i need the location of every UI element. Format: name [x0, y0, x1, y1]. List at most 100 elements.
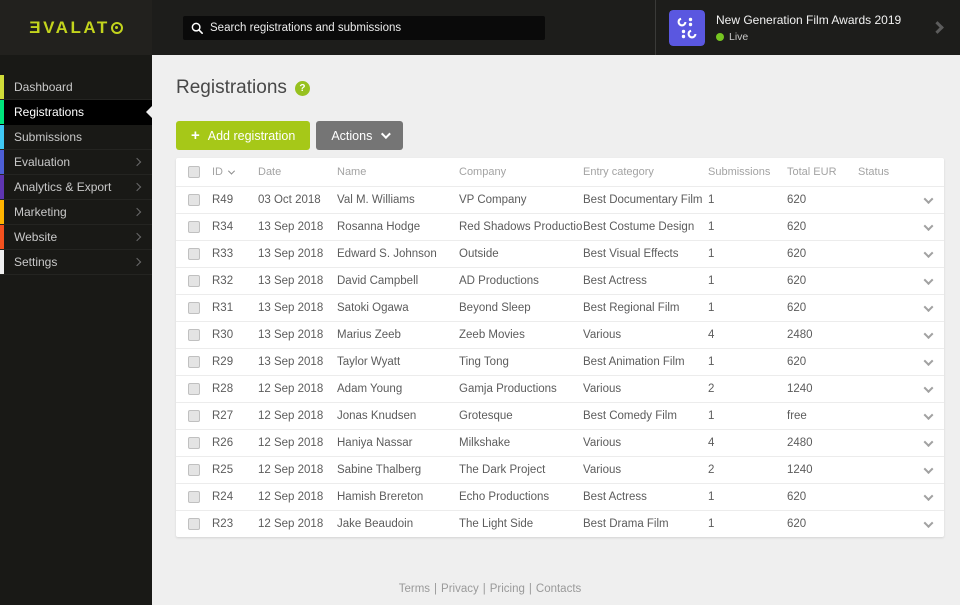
help-icon[interactable]: ?	[294, 80, 310, 96]
cell-name: David Campbell	[337, 275, 419, 287]
row-checkbox[interactable]	[188, 194, 200, 206]
logo-o-mark	[110, 21, 123, 34]
search-box[interactable]	[183, 15, 545, 40]
row-checkbox[interactable]	[188, 410, 200, 422]
nav-color-strip	[0, 150, 4, 174]
search-icon	[191, 22, 203, 34]
table-header-row: ID Date Name Company Entry category Subm…	[176, 158, 944, 186]
row-expand-chevron-icon[interactable]	[923, 220, 934, 231]
row-checkbox[interactable]	[188, 248, 200, 260]
event-name: New Generation Film Awards 2019	[716, 12, 902, 27]
row-expand-chevron-icon[interactable]	[923, 382, 934, 393]
row-checkbox[interactable]	[188, 491, 200, 503]
sidebar-item-label: Dashboard	[14, 80, 73, 94]
cell-total: 2480	[787, 437, 813, 449]
table-row[interactable]: R34 13 Sep 2018 Rosanna Hodge Red Shadow…	[176, 213, 944, 240]
table-row[interactable]: R26 12 Sep 2018 Haniya Nassar Milkshake …	[176, 429, 944, 456]
header-submissions[interactable]: Submissions	[708, 166, 787, 178]
sidebar: Dashboard Registrations Submissions Eval…	[0, 55, 152, 605]
select-all-checkbox[interactable]	[188, 166, 200, 178]
sidebar-item-dashboard[interactable]: Dashboard	[0, 75, 152, 100]
row-checkbox[interactable]	[188, 518, 200, 530]
cell-name: Edward S. Johnson	[337, 248, 437, 260]
next-event-chevron-icon[interactable]	[931, 21, 944, 34]
footer-link-pricing[interactable]: Pricing	[490, 583, 525, 595]
row-expand-chevron-icon[interactable]	[923, 409, 934, 420]
sidebar-nav: Dashboard Registrations Submissions Eval…	[0, 55, 152, 275]
header-category[interactable]: Entry category	[583, 166, 708, 178]
row-expand-chevron-icon[interactable]	[923, 247, 934, 258]
row-expand-chevron-icon[interactable]	[923, 436, 934, 447]
sort-chevron-icon[interactable]	[227, 167, 236, 175]
cell-submissions: 1	[708, 194, 715, 206]
row-checkbox[interactable]	[188, 437, 200, 449]
chevron-down-icon	[381, 129, 392, 140]
footer-link-contacts[interactable]: Contacts	[536, 583, 581, 595]
search-input[interactable]	[210, 21, 537, 34]
table-row[interactable]: R23 12 Sep 2018 Jake Beaudoin The Light …	[176, 510, 944, 537]
row-expand-chevron-icon[interactable]	[923, 490, 934, 501]
cell-total: 1240	[787, 464, 813, 476]
row-checkbox[interactable]	[188, 329, 200, 341]
sidebar-item-analytics-export[interactable]: Analytics & Export	[0, 175, 152, 200]
cell-total: 620	[787, 194, 807, 206]
sidebar-item-label: Evaluation	[14, 155, 71, 169]
live-dot-icon	[716, 32, 724, 41]
header-name[interactable]: Name	[337, 166, 459, 178]
row-checkbox[interactable]	[188, 275, 200, 287]
table-row[interactable]: R27 12 Sep 2018 Jonas Knudsen Grotesque …	[176, 402, 944, 429]
cell-total: 620	[787, 248, 807, 260]
row-checkbox[interactable]	[188, 356, 200, 368]
row-checkbox[interactable]	[188, 383, 200, 395]
table-row[interactable]: R28 12 Sep 2018 Adam Young Gamja Product…	[176, 375, 944, 402]
footer-link-terms[interactable]: Terms	[399, 583, 430, 595]
cell-name: Rosanna Hodge	[337, 221, 421, 233]
sidebar-item-evaluation[interactable]: Evaluation	[0, 150, 152, 175]
sidebar-item-registrations[interactable]: Registrations	[0, 100, 152, 125]
plus-icon: +	[191, 127, 200, 144]
row-checkbox[interactable]	[188, 302, 200, 314]
row-checkbox[interactable]	[188, 221, 200, 233]
cell-id: R34	[212, 221, 234, 233]
header-status[interactable]: Status	[858, 166, 912, 178]
footer-divider: |	[528, 583, 532, 595]
sidebar-item-submissions[interactable]: Submissions	[0, 125, 152, 150]
row-expand-chevron-icon[interactable]	[923, 517, 934, 528]
add-registration-label: Add registration	[207, 128, 296, 143]
sidebar-item-label: Settings	[14, 255, 58, 269]
row-expand-chevron-icon[interactable]	[923, 328, 934, 339]
sidebar-item-website[interactable]: Website	[0, 225, 152, 250]
logo-text: ƎVALAT	[29, 17, 110, 37]
header-company[interactable]: Company	[459, 166, 583, 178]
event-selector[interactable]: New Generation Film Awards 2019 Live	[655, 0, 960, 55]
row-expand-chevron-icon[interactable]	[923, 193, 934, 204]
cell-total: 620	[787, 221, 807, 233]
table-row[interactable]: R49 03 Oct 2018 Val M. Williams VP Compa…	[176, 186, 944, 213]
cell-category: Various	[583, 437, 622, 449]
table-row[interactable]: R24 12 Sep 2018 Hamish Brereton Echo Pro…	[176, 483, 944, 510]
header-id[interactable]: ID	[212, 166, 223, 178]
nav-color-strip	[0, 125, 4, 149]
header-date[interactable]: Date	[258, 166, 337, 178]
actions-button[interactable]: Actions	[316, 121, 404, 150]
add-registration-button[interactable]: + Add registration	[176, 121, 311, 150]
row-expand-chevron-icon[interactable]	[923, 274, 934, 285]
table-row[interactable]: R30 13 Sep 2018 Marius Zeeb Zeeb Movies …	[176, 321, 944, 348]
row-checkbox[interactable]	[188, 464, 200, 476]
cell-category: Best Comedy Film	[583, 410, 677, 422]
cell-submissions: 2	[708, 383, 715, 395]
row-expand-chevron-icon[interactable]	[923, 301, 934, 312]
sidebar-item-settings[interactable]: Settings	[0, 250, 152, 275]
table-row[interactable]: R31 13 Sep 2018 Satoki Ogawa Beyond Slee…	[176, 294, 944, 321]
footer-link-privacy[interactable]: Privacy	[441, 583, 479, 595]
table-row[interactable]: R32 13 Sep 2018 David Campbell AD Produc…	[176, 267, 944, 294]
row-expand-chevron-icon[interactable]	[923, 355, 934, 366]
evalato-logo[interactable]: ƎVALAT	[29, 17, 123, 38]
table-row[interactable]: R29 13 Sep 2018 Taylor Wyatt Ting Tong B…	[176, 348, 944, 375]
row-expand-chevron-icon[interactable]	[923, 463, 934, 474]
header-total[interactable]: Total EUR	[787, 166, 858, 178]
sidebar-item-marketing[interactable]: Marketing	[0, 200, 152, 225]
table-row[interactable]: R25 12 Sep 2018 Sabine Thalberg The Dark…	[176, 456, 944, 483]
cell-total: 1240	[787, 383, 813, 395]
table-row[interactable]: R33 13 Sep 2018 Edward S. Johnson Outsid…	[176, 240, 944, 267]
